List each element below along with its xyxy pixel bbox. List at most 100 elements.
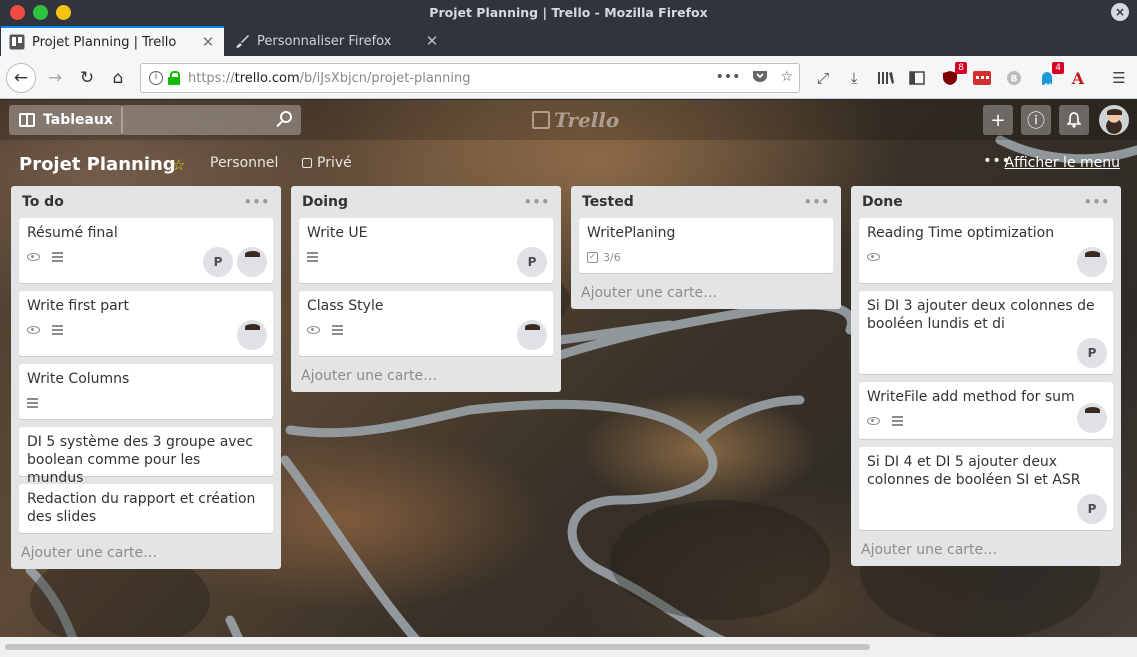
info-icon[interactable]: ⓘ [1021,105,1051,135]
bookmark-star-icon[interactable]: ☆ [780,69,793,87]
boards-button[interactable]: Tableaux [9,105,123,135]
card[interactable]: Write first part [19,291,273,356]
member-avatar[interactable] [237,320,267,350]
description-icon [332,325,343,335]
list-doing: Doing ••• Write UE P Class Style Ajouter … [291,186,561,392]
member-avatar[interactable] [237,247,267,277]
home-icon[interactable]: ⌂ [103,63,133,93]
card[interactable]: Write Columns [19,364,273,419]
card[interactable]: DI 5 système des 3 groupe avec boolean c… [19,427,273,486]
fullscreen-icon[interactable]: ⤢ [812,67,834,89]
notifications-bell-icon[interactable] [1059,105,1089,135]
list-header[interactable]: To do ••• [19,186,273,218]
horizontal-scrollbar[interactable] [0,637,1137,657]
tab-close-icon[interactable]: ✕ [200,33,216,51]
list-header[interactable]: Done ••• [859,186,1113,218]
member-avatar-initial[interactable]: P [1077,494,1107,524]
board-visibility-button[interactable]: Privé [302,155,352,171]
description-icon [52,252,63,262]
window-title: Projet Planning | Trello - Mozilla Firef… [429,5,708,20]
list-menu-icon[interactable]: ••• [244,195,270,209]
card[interactable]: Redaction du rapport et création des sli… [19,484,273,533]
svg-text:A: A [1071,70,1085,86]
card[interactable]: Reading Time optimization [859,218,1113,283]
sidebar-icon[interactable] [906,67,928,89]
card[interactable]: WritePlaning ✓ 3/6 [579,218,833,273]
board-team-button[interactable]: Personnel [210,155,278,171]
add-card-button[interactable]: Ajouter une carte… [19,541,273,561]
ghostery-badge: 4 [1052,62,1064,74]
user-avatar[interactable] [1099,105,1129,135]
ghostery-icon[interactable]: 4 [1036,62,1064,89]
hamburger-menu-icon[interactable]: ☰ [1108,67,1130,89]
page-actions-icon[interactable]: ••• [716,69,741,87]
trello-favicon-icon [9,34,25,50]
card[interactable]: Si DI 4 et DI 5 ajouter deux colonnes de… [859,447,1113,530]
scrollbar-thumb[interactable] [5,644,870,650]
list-menu-icon[interactable]: ••• [1084,195,1110,209]
card[interactable]: Résumé final P [19,218,273,283]
tab-label: Projet Planning | Trello [32,34,177,50]
trello-logo-icon [532,111,550,129]
forward-arrow-icon[interactable]: → [40,63,70,93]
download-icon[interactable]: ⤓ [843,67,865,89]
lock-icon [168,71,180,85]
brush-icon [234,33,250,49]
card[interactable]: Si DI 3 ajouter deux colonnes de booléen… [859,291,1113,374]
tab-customize-firefox[interactable]: Personnaliser Firefox ✕ [226,26,448,56]
list-header[interactable]: Doing ••• [299,186,553,218]
member-avatar-initial[interactable]: P [1077,338,1107,368]
add-card-button[interactable]: Ajouter une carte… [859,538,1113,558]
url-bar[interactable]: i https://trello.com/b/iJsXbjcn/projet-p… [140,63,800,93]
member-avatar[interactable] [517,320,547,350]
list-to-do: To do ••• Résumé final P Write first part… [11,186,281,569]
description-icon [307,252,318,262]
navigation-toolbar: ← → ↻ ⌂ i https://trello.com/b/iJsXbjcn/… [0,56,1137,99]
member-avatar[interactable] [1077,403,1107,433]
watch-eye-icon [27,253,40,261]
checklist-badge: ✓ 3/6 [587,250,621,264]
add-card-button[interactable]: Ajouter une carte… [579,281,833,301]
board-search-input[interactable] [121,105,301,135]
list-header[interactable]: Tested ••• [579,186,833,218]
add-card-button[interactable]: Ajouter une carte… [299,364,553,384]
tab-close-icon[interactable]: ✕ [424,32,440,50]
show-menu-link[interactable]: Afficher le menu [1005,155,1120,171]
create-plus-icon[interactable]: + [983,105,1013,135]
pocket-icon[interactable] [752,69,768,87]
card[interactable]: Class Style [299,291,553,356]
extension-red-icon[interactable] [971,67,993,89]
card[interactable]: WriteFile add method for sum [859,382,1113,439]
member-avatar[interactable] [1077,247,1107,277]
back-arrow-icon[interactable]: ← [6,63,36,93]
lock-icon [302,158,312,168]
trello-board: Tableaux Trello + ⓘ Projet Planning ☆ Pe… [0,100,1137,657]
card[interactable]: Write UE P [299,218,553,283]
watch-eye-icon [307,326,320,334]
member-avatar-initial[interactable]: P [517,247,547,277]
reload-icon[interactable]: ↻ [72,63,102,93]
library-icon[interactable] [875,67,897,89]
list-menu-icon[interactable]: ••• [804,195,830,209]
acrobat-icon[interactable]: A [1067,67,1089,89]
member-avatar-initial[interactable]: P [203,247,233,277]
star-icon[interactable]: ☆ [172,156,185,174]
search-icon [280,111,292,123]
watch-eye-icon [867,417,880,425]
extension-b-icon[interactable]: B [1003,67,1025,89]
ublock-icon[interactable]: 8 [939,62,967,89]
list-menu-icon[interactable]: ••• [524,195,550,209]
ublock-badge: 8 [955,62,967,74]
info-icon[interactable]: i [149,71,163,85]
board-title[interactable]: Projet Planning [19,154,176,175]
window-close-icon[interactable]: × [1111,3,1129,21]
tab-trello[interactable]: Projet Planning | Trello ✕ [1,26,224,56]
tab-label: Personnaliser Firefox [257,33,392,49]
watch-eye-icon [867,253,880,261]
svg-text:B: B [1011,75,1018,85]
url-text[interactable]: https://trello.com/b/iJsXbjcn/projet-pla… [188,71,470,86]
watch-eye-icon [27,326,40,334]
boards-icon [19,113,35,127]
trello-logo[interactable]: Trello [532,108,619,132]
list-tested: Tested ••• WritePlaning ✓ 3/6 Ajouter une … [571,186,841,309]
